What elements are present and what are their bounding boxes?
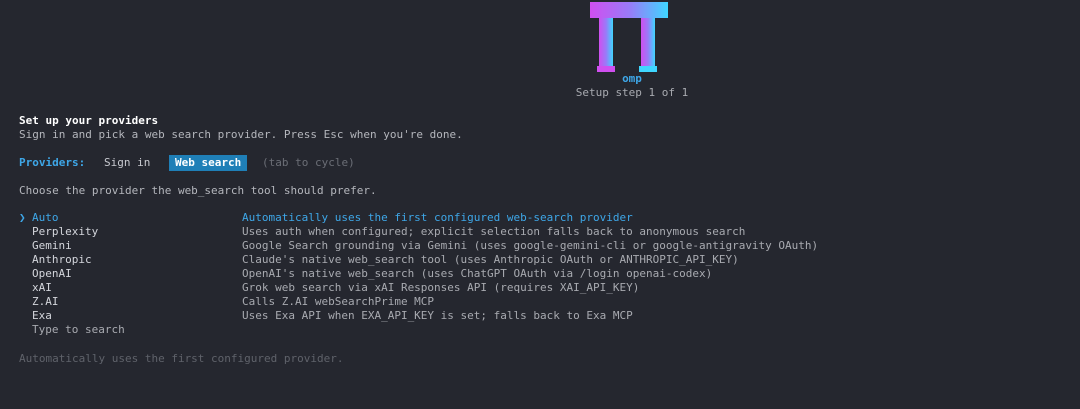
provider-option-perplexity[interactable]: Perplexity Uses auth when configured; ex… [19, 225, 1059, 239]
provider-description: OpenAI's native web_search (uses ChatGPT… [242, 267, 713, 280]
provider-description: Uses Exa API when EXA_API_KEY is set; fa… [242, 309, 633, 322]
provider-description: Google Search grounding via Gemini (uses… [242, 239, 819, 252]
provider-option-xai[interactable]: xAI Grok web search via xAI Responses AP… [19, 281, 1059, 295]
provider-option-openai[interactable]: OpenAI OpenAI's native web_search (uses … [19, 267, 1059, 281]
page-title: Set up your providers [19, 114, 159, 127]
search-placeholder: Type to search [32, 323, 125, 336]
provider-name: Anthropic [32, 253, 92, 266]
provider-description: Claude's native web_search tool (uses An… [242, 253, 739, 266]
page-subtitle: Sign in and pick a web search provider. … [19, 128, 463, 141]
selection-cursor-icon: ❯ [19, 211, 26, 224]
provider-name: Perplexity [32, 225, 99, 238]
provider-option-gemini[interactable]: Gemini Google Search grounding via Gemin… [19, 239, 1059, 253]
provider-option-exa[interactable]: Exa Uses Exa API when EXA_API_KEY is set… [19, 309, 1059, 323]
setup-step-indicator: Setup step 1 of 1 [575, 86, 689, 99]
provider-description: Automatically uses the first configured … [242, 211, 633, 224]
provider-name: Gemini [32, 239, 72, 252]
provider-description: Calls Z.AI webSearchPrime MCP [242, 295, 435, 308]
provider-name: Auto [32, 211, 59, 224]
provider-option-zai[interactable]: Z.AI Calls Z.AI webSearchPrime MCP [19, 295, 1059, 309]
provider-description: Uses auth when configured; explicit sele… [242, 225, 746, 238]
tab-sign-in[interactable]: Sign in [104, 156, 150, 170]
tabs-hint: (tab to cycle) [262, 156, 355, 169]
provider-option-anthropic[interactable]: Anthropic Claude's native web_search too… [19, 253, 1059, 267]
provider-name: Exa [32, 309, 52, 322]
tab-web-search[interactable]: Web search [169, 155, 248, 171]
search-input[interactable]: Type to search [19, 323, 1059, 337]
provider-name: xAI [32, 281, 52, 294]
omp-logo-icon [590, 2, 668, 72]
logo-label: omp [622, 72, 642, 85]
provider-option-auto[interactable]: ❯ Auto Automatically uses the first conf… [19, 211, 1059, 225]
provider-description: Grok web search via xAI Responses API (r… [242, 281, 640, 294]
selection-hint-footer: Automatically uses the first configured … [19, 352, 344, 365]
provider-name: Z.AI [32, 295, 59, 308]
provider-name: OpenAI [32, 267, 72, 280]
tabs-label: Providers: [19, 156, 86, 169]
provider-prompt: Choose the provider the web_search tool … [19, 184, 377, 197]
provider-list: ❯ Auto Automatically uses the first conf… [19, 211, 1059, 337]
